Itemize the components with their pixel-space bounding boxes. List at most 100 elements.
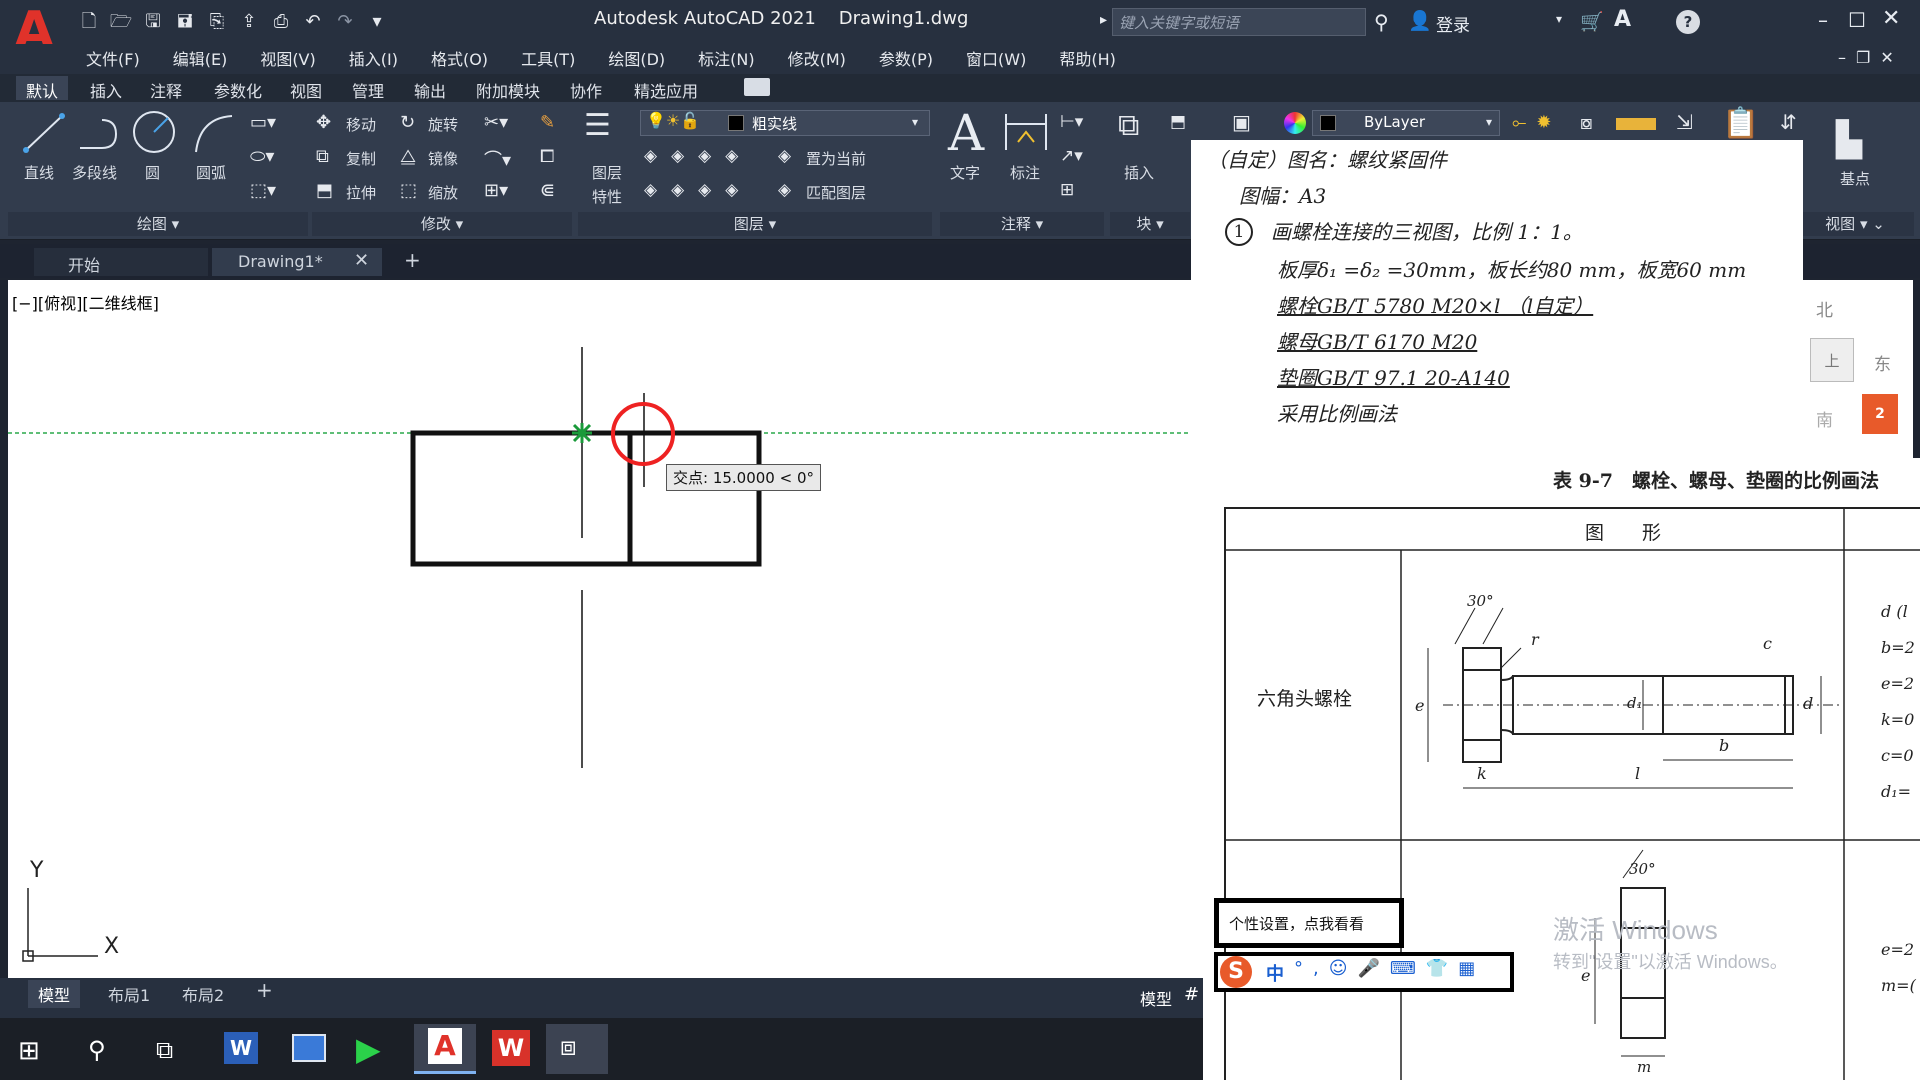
color-wheel-icon[interactable]	[1284, 112, 1306, 134]
insert-block-icon[interactable]: ⧉	[1118, 108, 1139, 143]
arc-label[interactable]: 圆弧	[196, 162, 226, 183]
layer-props-label[interactable]: 图层	[592, 162, 622, 183]
mirror-label[interactable]: 镜像	[428, 148, 458, 169]
chevron-down-icon[interactable]: ▾	[1556, 12, 1562, 26]
erase-icon[interactable]: ✎	[540, 112, 555, 133]
layer-properties-icon[interactable]: ☰	[584, 108, 611, 143]
new-tab-icon[interactable]: +	[404, 248, 421, 272]
scale-label[interactable]: 缩放	[428, 182, 458, 203]
line-label[interactable]: 直线	[24, 162, 54, 183]
menu-parameter[interactable]: 参数(P)	[879, 46, 933, 70]
circle-label[interactable]: 圆	[145, 162, 160, 183]
redo-icon[interactable]: ↷	[332, 9, 358, 35]
fillet-icon[interactable]: ⌒▾	[484, 146, 511, 172]
match-layer-label[interactable]: 匹配图层	[806, 182, 866, 203]
create-block-icon[interactable]: ⬒	[1170, 112, 1186, 132]
menu-help[interactable]: 帮助(H)	[1059, 46, 1116, 70]
viewcube-top[interactable]: 上	[1810, 338, 1854, 382]
dimension-label[interactable]: 标注	[1010, 162, 1040, 183]
windows-start-icon[interactable]: ⊞	[18, 1036, 40, 1066]
minimize-icon[interactable]: –	[1818, 8, 1828, 32]
undo-icon[interactable]: ↶	[300, 9, 326, 35]
menu-file[interactable]: 文件(F)	[86, 46, 140, 70]
help-icon[interactable]: ?	[1676, 10, 1700, 34]
base-point-icon[interactable]: ▙	[1836, 120, 1862, 160]
tab-manage[interactable]: 管理	[342, 76, 394, 101]
block-panel-title[interactable]: 块 ▾	[1110, 212, 1190, 236]
camera-taskbar-button[interactable]	[546, 1024, 608, 1074]
quick-select-icon[interactable]: ⇲	[1676, 110, 1693, 134]
move-label[interactable]: 移动	[346, 114, 376, 135]
media-player-icon[interactable]: ▶	[356, 1030, 381, 1068]
layer-tools-row2[interactable]: ◈◈◈◈	[644, 180, 752, 200]
linear-dim-icon[interactable]: ⊢▾	[1060, 112, 1083, 132]
close-tab-icon[interactable]: ✕	[354, 250, 369, 271]
menu-view[interactable]: 视图(V)	[260, 46, 315, 70]
layer-props-label2[interactable]: 特性	[592, 186, 622, 207]
insert-label[interactable]: 插入	[1124, 162, 1154, 183]
match-properties-icon[interactable]: ▣	[1232, 110, 1251, 134]
match-layer-icon[interactable]: ◈	[778, 180, 791, 200]
explorer-app-icon[interactable]	[292, 1034, 326, 1062]
offset-icon[interactable]: ⋐	[540, 180, 555, 201]
cloud-icon[interactable]: ⎘	[204, 9, 230, 35]
sogou-icon[interactable]: S	[1220, 956, 1252, 988]
viewcube-south[interactable]: 南	[1816, 406, 1833, 431]
share-icon[interactable]: ⇪	[236, 9, 262, 35]
tab-insert[interactable]: 插入	[80, 76, 132, 101]
text-icon[interactable]: A	[948, 104, 984, 162]
chevron-down-icon[interactable]: ▾	[364, 9, 390, 35]
tab-layout1[interactable]: 布局1	[98, 980, 160, 1008]
menu-modify[interactable]: 修改(M)	[788, 46, 846, 70]
doc-window-controls[interactable]: –❐✕	[1838, 48, 1904, 67]
autodesk-a-icon[interactable]: A	[1614, 7, 1631, 32]
polyline-icon[interactable]	[76, 112, 124, 154]
search-icon[interactable]: ⚲	[88, 1036, 106, 1064]
search-input[interactable]: 键入关键字或短语	[1112, 8, 1366, 36]
menu-window[interactable]: 窗口(W)	[966, 46, 1026, 70]
tab-layout2[interactable]: 布局2	[172, 980, 234, 1008]
copy-clip-icon[interactable]: ⇵	[1780, 110, 1797, 134]
boundary-icon[interactable]: ⬚▾	[250, 180, 276, 201]
search-icon[interactable]: ⚲	[1374, 10, 1389, 34]
print-icon[interactable]: ⎙	[268, 9, 294, 35]
draw-panel-title[interactable]: 绘图 ▾	[8, 212, 308, 236]
login-link[interactable]: 登录	[1436, 11, 1470, 36]
tab-model[interactable]: 模型	[28, 980, 81, 1008]
explode-icon[interactable]: ⧠	[540, 146, 554, 167]
tab-start[interactable]: 开始	[34, 248, 208, 276]
group-tools-icons[interactable]: ⟜✹	[1512, 112, 1561, 133]
viewcube-north[interactable]: 北	[1816, 296, 1833, 321]
notification-badge[interactable]: 2	[1862, 394, 1898, 434]
ime-tool-icons[interactable]: °,☺🎤⌨👕▦	[1294, 958, 1485, 979]
menu-tools[interactable]: 工具(T)	[521, 46, 575, 70]
paste-icon[interactable]: 📋	[1722, 106, 1759, 141]
leader-icon[interactable]: ↗▾	[1060, 146, 1083, 166]
cart-icon[interactable]: 🛒	[1580, 10, 1604, 33]
move-icon[interactable]: ✥	[316, 112, 331, 133]
tab-view[interactable]: 视图	[280, 76, 332, 101]
annotation-panel-title[interactable]: 注释 ▾	[940, 212, 1104, 236]
view-panel-title[interactable]: 视图 ▾ ⌄	[1796, 212, 1914, 236]
table-icon[interactable]: ⊞	[1060, 180, 1074, 200]
text-label[interactable]: 文字	[950, 162, 980, 183]
polyline-label[interactable]: 多段线	[72, 162, 117, 183]
task-view-icon[interactable]: ⧉	[156, 1036, 173, 1064]
rectangle-icon[interactable]: ▭▾	[250, 112, 276, 133]
drawing-geometry[interactable]	[8, 280, 1192, 978]
rotate-label[interactable]: 旋转	[428, 114, 458, 135]
trim-icon[interactable]: ✂▾	[484, 112, 508, 133]
rotate-icon[interactable]: ↻	[400, 112, 415, 133]
new-file-icon[interactable]: 🗋	[76, 9, 102, 35]
set-current-icon[interactable]: ◈	[778, 146, 791, 166]
layer-tools-row1[interactable]: ◈◈◈◈	[644, 146, 752, 166]
word-app-icon[interactable]: W	[224, 1032, 258, 1064]
array-icon[interactable]: ⊞▾	[484, 180, 508, 201]
wps-app-icon[interactable]: W	[492, 1030, 530, 1066]
stretch-label[interactable]: 拉伸	[346, 182, 376, 203]
ime-tip[interactable]: 个性设置，点我看看	[1214, 898, 1404, 948]
tab-annotate[interactable]: 注释	[140, 76, 192, 101]
tab-featured-apps[interactable]: 精选应用	[624, 76, 708, 101]
mirror-icon[interactable]: ⧋	[400, 146, 416, 167]
save-icon[interactable]: 🖫	[140, 9, 166, 35]
